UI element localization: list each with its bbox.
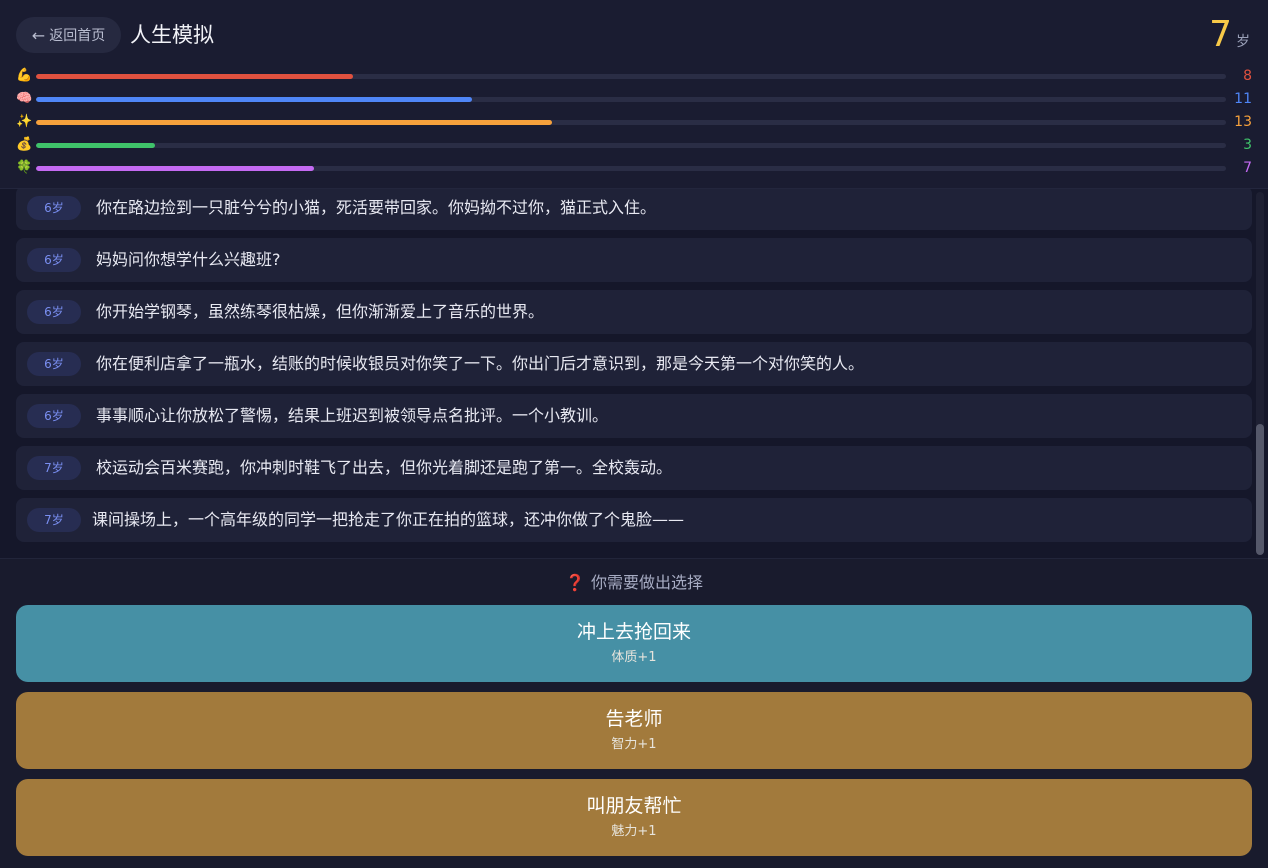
age-badge: 6岁 [27, 352, 81, 376]
age-badge: 7岁 [27, 508, 81, 532]
life-sim-app: ← 返回首页 人生模拟 7 岁 💪 8 🧠 11 ✨ 13 💰 3 🍀 7 6岁… [0, 0, 1268, 868]
back-home-button[interactable]: ← 返回首页 [16, 17, 121, 53]
choice-effect: 魅力+1 [611, 824, 657, 839]
stat-row-strength: 💪 8 [16, 67, 1252, 85]
age-badge: 7岁 [27, 456, 81, 480]
header: ← 返回首页 人生模拟 7 岁 💪 8 🧠 11 ✨ 13 💰 3 🍀 7 [0, 0, 1268, 189]
choice-prompt-text: 你需要做出选择 [590, 573, 703, 592]
age-unit: 岁 [1236, 34, 1250, 50]
stat-value: 11 [1234, 91, 1252, 107]
page-title: 人生模拟 [130, 23, 214, 47]
clover-icon: 🍀 [16, 160, 33, 175]
muscle-icon: 💪 [16, 68, 33, 83]
choice-effect: 智力+1 [611, 737, 657, 752]
choice-effect: 体质+1 [611, 650, 657, 665]
stat-bar-fill [36, 166, 314, 171]
stat-bar-fill [36, 143, 155, 148]
scrollbar-thumb[interactable] [1256, 424, 1264, 555]
list-item: 6岁 你在便利店拿了一瓶水，结账的时候收银员对你笑了一下。你出门后才意识到，那是… [16, 342, 1252, 386]
choice-panel: ❓ 你需要做出选择 冲上去抢回来 体质+1 告老师 智力+1 叫朋友帮忙 魅力+1 [0, 558, 1268, 868]
list-item: 7岁 课间操场上，一个高年级的同学一把抢走了你正在拍的篮球，还冲你做了个鬼脸—— [16, 498, 1252, 542]
stat-row-luck: 🍀 7 [16, 159, 1252, 177]
stat-bar-track [36, 166, 1226, 171]
stat-row-charm: ✨ 13 [16, 113, 1252, 131]
list-item: 6岁 事事顺心让你放松了警惕，结果上班迟到被领导点名批评。一个小教训。 [16, 394, 1252, 438]
choice-title: 叫朋友帮忙 [586, 795, 682, 817]
event-text: 你开始学钢琴，虽然练琴很枯燥，但你渐渐爱上了音乐的世界。 [96, 302, 545, 321]
age-value: 7 [1209, 14, 1232, 55]
age-badge: 6岁 [27, 196, 81, 220]
stat-bar-track [36, 74, 1226, 79]
brain-icon: 🧠 [16, 91, 33, 106]
question-icon: ❓ [565, 573, 585, 592]
log-scrollbar[interactable] [1256, 192, 1264, 555]
age-badge: 6岁 [27, 248, 81, 272]
event-text: 校运动会百米赛跑，你冲刺时鞋飞了出去，但你光着脚还是跑了第一。全校轰动。 [96, 458, 673, 477]
arrow-left-icon: ← [31, 25, 46, 45]
event-text: 妈妈问你想学什么兴趣班? [96, 250, 281, 269]
choice-title: 告老师 [605, 708, 663, 730]
back-home-label: 返回首页 [49, 28, 106, 44]
stat-value: 3 [1243, 137, 1252, 153]
event-text: 你在路边捡到一只脏兮兮的小猫，死活要带回家。你妈拗不过你，猫正式入住。 [96, 198, 657, 217]
stat-value: 8 [1243, 68, 1252, 84]
stat-value: 13 [1234, 114, 1252, 130]
choice-button-call-friends[interactable]: 叫朋友帮忙 魅力+1 [16, 779, 1252, 856]
stat-bar-track [36, 143, 1226, 148]
choice-title: 冲上去抢回来 [576, 621, 691, 643]
age-badge: 6岁 [27, 404, 81, 428]
choice-button-fight-back[interactable]: 冲上去抢回来 体质+1 [16, 605, 1252, 682]
list-item: 7岁 校运动会百米赛跑，你冲刺时鞋飞了出去，但你光着脚还是跑了第一。全校轰动。 [16, 446, 1252, 490]
sparkles-icon: ✨ [16, 114, 33, 129]
money-bag-icon: 💰 [16, 137, 33, 152]
stat-bar-fill [36, 120, 552, 125]
event-text: 事事顺心让你放松了警惕，结果上班迟到被领导点名批评。一个小教训。 [96, 406, 609, 425]
stat-value: 7 [1243, 160, 1252, 176]
choice-button-tell-teacher[interactable]: 告老师 智力+1 [16, 692, 1252, 769]
stat-bar-track [36, 97, 1226, 102]
list-item: 6岁 妈妈问你想学什么兴趣班? [16, 238, 1252, 282]
current-age: 7 岁 [1209, 14, 1250, 56]
event-text: 你在便利店拿了一瓶水，结账的时候收银员对你笑了一下。你出门后才意识到，那是今天第… [96, 354, 865, 373]
stat-bar-fill [36, 74, 354, 79]
stat-bar-fill [36, 97, 473, 102]
age-badge: 6岁 [27, 300, 81, 324]
stat-bar-track [36, 120, 1226, 125]
choice-prompt: ❓ 你需要做出选择 [0, 571, 1268, 595]
event-log[interactable]: 6岁 你在路边捡到一只脏兮兮的小猫，死活要带回家。你妈拗不过你，猫正式入住。 6… [0, 189, 1268, 558]
stat-row-wealth: 💰 3 [16, 136, 1252, 154]
list-item: 6岁 你在路边捡到一只脏兮兮的小猫，死活要带回家。你妈拗不过你，猫正式入住。 [16, 189, 1252, 230]
stat-row-intelligence: 🧠 11 [16, 90, 1252, 108]
event-text: 课间操场上，一个高年级的同学一把抢走了你正在拍的篮球，还冲你做了个鬼脸—— [92, 510, 685, 529]
list-item: 6岁 你开始学钢琴，虽然练琴很枯燥，但你渐渐爱上了音乐的世界。 [16, 290, 1252, 334]
